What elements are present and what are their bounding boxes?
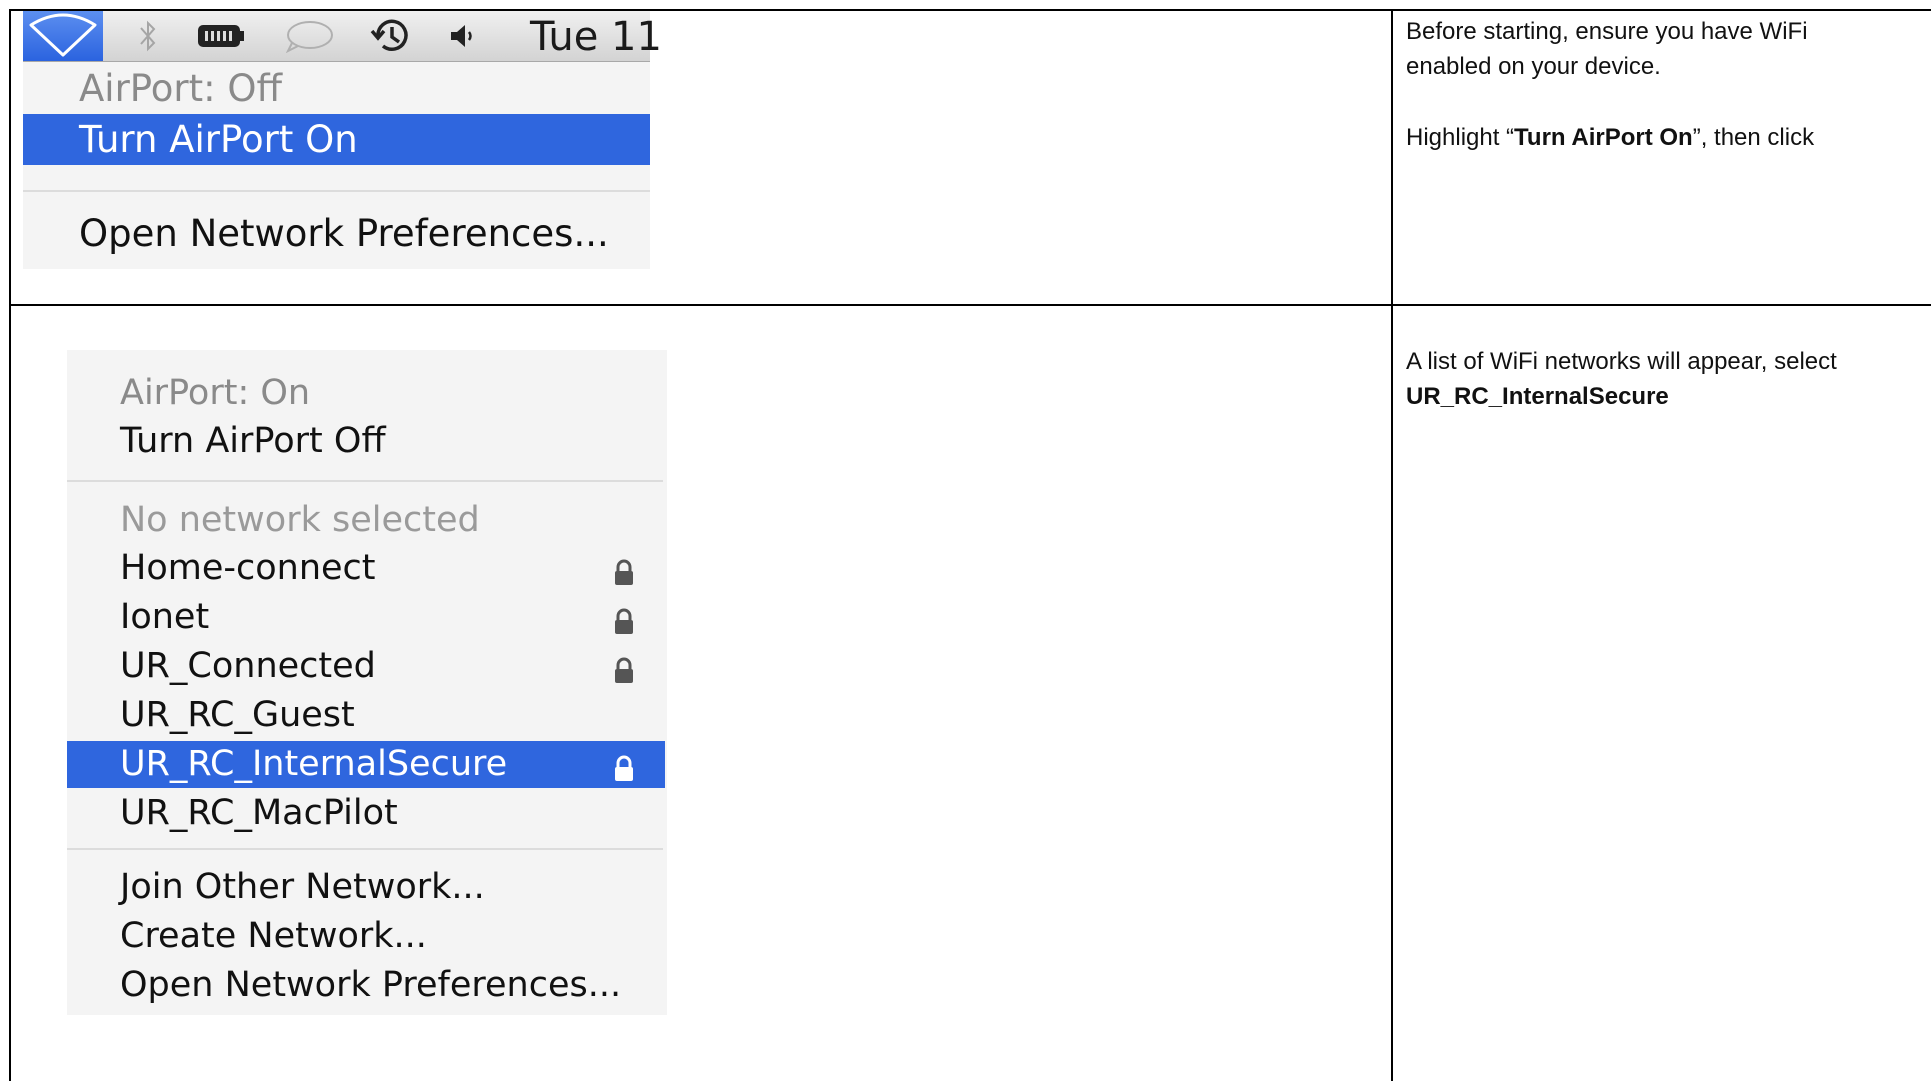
wifi-icon bbox=[29, 13, 97, 57]
no-network-selected-label: No network selected bbox=[120, 500, 480, 540]
time-machine-icon[interactable] bbox=[363, 11, 419, 61]
target-network-label: UR_RC_InternalSecure bbox=[1406, 383, 1669, 410]
airport-status: AirPort: Off bbox=[79, 67, 282, 110]
network-item[interactable]: Ionet bbox=[67, 594, 665, 641]
lock-icon bbox=[613, 651, 635, 698]
step2-screenshot: AirPort: On Turn AirPort Off No network … bbox=[67, 350, 667, 1015]
network-item[interactable]: UR_RC_Guest bbox=[67, 692, 665, 739]
lock-icon bbox=[613, 553, 635, 600]
menu-separator bbox=[67, 480, 663, 482]
lock-icon bbox=[613, 749, 635, 796]
step2-instructions: A list of WiFi networks will appear, sel… bbox=[1406, 344, 1906, 414]
network-item[interactable]: UR_RC_InternalSecure bbox=[67, 741, 665, 788]
menu-separator bbox=[23, 190, 650, 192]
step1-screenshot: Tue 11 AirPort: Off Turn AirPort On Open… bbox=[23, 11, 662, 269]
network-name: Ionet bbox=[120, 597, 210, 637]
turn-airport-off-item[interactable]: Turn AirPort Off bbox=[67, 418, 667, 464]
network-name: Home-connect bbox=[120, 548, 376, 588]
wifi-menu-button[interactable] bbox=[23, 11, 103, 61]
airport-menu: AirPort: Off Turn AirPort On Open Networ… bbox=[23, 62, 650, 269]
chat-icon[interactable] bbox=[281, 11, 337, 61]
network-name: UR_Connected bbox=[120, 646, 376, 686]
network-item[interactable]: UR_RC_MacPilot bbox=[67, 790, 665, 837]
network-name: UR_RC_InternalSecure bbox=[120, 744, 508, 784]
menu-separator bbox=[67, 848, 663, 850]
highlight-instruction: Highlight “Turn AirPort On”, then click bbox=[1406, 124, 1815, 151]
network-name: UR_RC_MacPilot bbox=[120, 793, 398, 833]
open-network-preferences-item[interactable]: Open Network Preferences... bbox=[67, 962, 667, 1008]
network-item[interactable]: Home-connect bbox=[67, 545, 665, 592]
turn-airport-on-label: Turn AirPort On bbox=[1514, 124, 1693, 151]
turn-airport-on-item[interactable]: Turn AirPort On bbox=[23, 114, 650, 165]
network-name: UR_RC_Guest bbox=[120, 695, 355, 735]
volume-icon[interactable] bbox=[438, 11, 488, 61]
table-column-divider bbox=[1391, 9, 1393, 1081]
network-item[interactable]: UR_Connected bbox=[67, 643, 665, 690]
create-network-item[interactable]: Create Network... bbox=[67, 913, 667, 959]
menu-bar-clock[interactable]: Tue 11 bbox=[530, 14, 662, 60]
airport-status: AirPort: On bbox=[120, 373, 311, 413]
battery-icon[interactable] bbox=[193, 11, 249, 61]
wifi-reminder-text: Before starting, ensure you have WiFi en… bbox=[1406, 18, 1808, 80]
open-network-preferences-item[interactable]: Open Network Preferences... bbox=[23, 210, 650, 258]
table-row-divider bbox=[9, 304, 1931, 306]
join-other-network-item[interactable]: Join Other Network... bbox=[67, 864, 667, 910]
bluetooth-icon[interactable] bbox=[133, 11, 163, 61]
lock-icon bbox=[613, 602, 635, 649]
table-left-border bbox=[9, 9, 11, 1081]
step1-instructions: Before starting, ensure you have WiFi en… bbox=[1406, 14, 1906, 155]
menu-bar: Tue 11 bbox=[23, 11, 662, 62]
instruction-table: Tue 11 AirPort: Off Turn AirPort On Open… bbox=[0, 0, 1931, 1081]
select-network-text: A list of WiFi networks will appear, sel… bbox=[1406, 348, 1837, 375]
